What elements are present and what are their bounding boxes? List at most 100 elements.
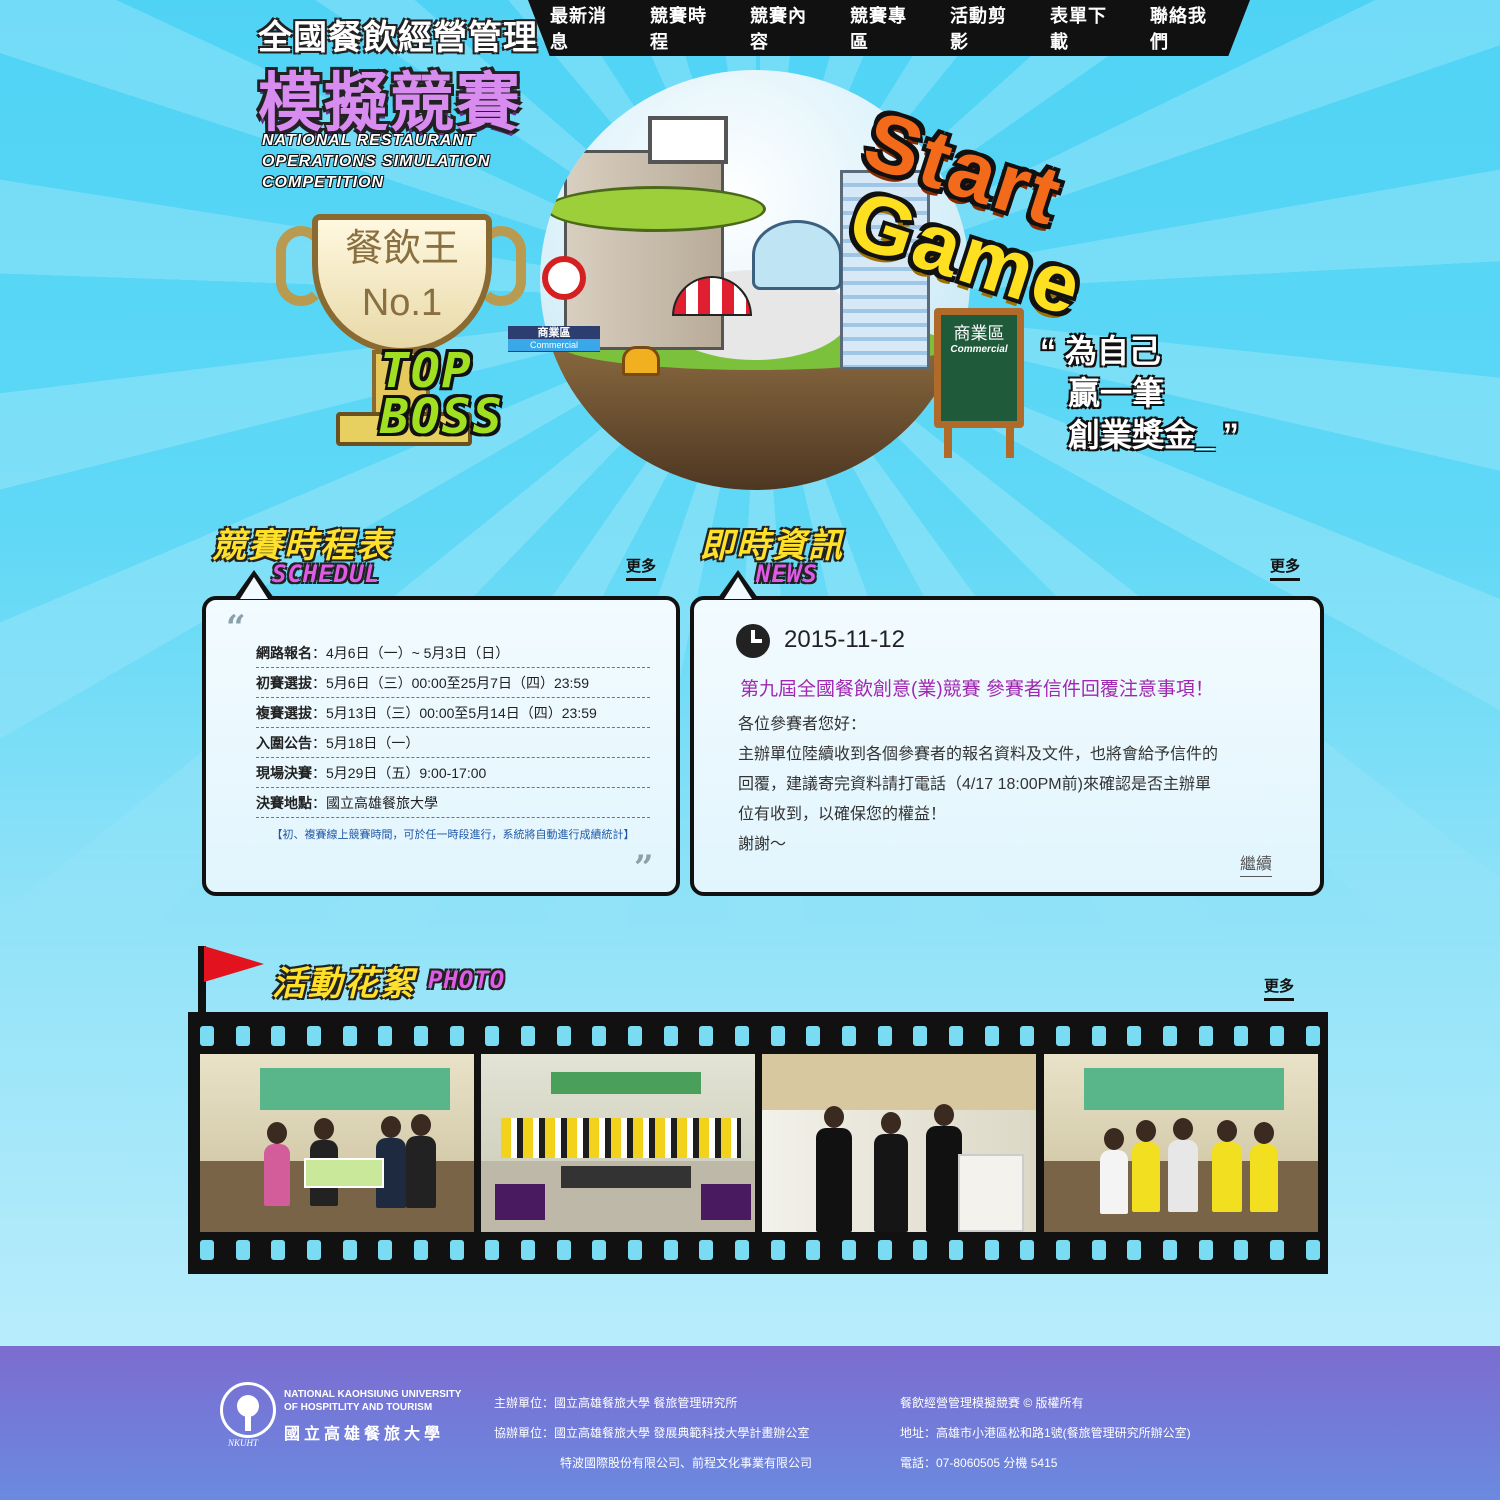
news-headline-link[interactable]: 第九屆全國餐飲創意(業)競賽 參賽者信件回覆注意事項！: [740, 674, 1300, 701]
film-sprocket-hole: [663, 1240, 678, 1260]
photo-podium: [958, 1154, 1024, 1232]
chalkboard-leg: [1006, 424, 1014, 458]
nav-contact[interactable]: 聯絡我們: [1150, 2, 1224, 54]
film-sprocket-hole: [521, 1026, 536, 1046]
gallery-photo[interactable]: [1044, 1054, 1318, 1232]
nav-gallery[interactable]: 活動剪影: [950, 2, 1024, 54]
slogan-line: 創業獎金_ ”: [1068, 417, 1239, 453]
open-quote-icon: “: [226, 608, 246, 648]
schedule-item-label: 初賽選拔: [256, 675, 312, 691]
film-sprocket-hole: [913, 1240, 928, 1260]
film-sprocket-hole: [200, 1026, 214, 1046]
photo-banner: [551, 1072, 701, 1094]
nkuht-logo-icon: [220, 1382, 276, 1438]
chalkboard-leg: [944, 424, 952, 458]
film-sprocket-hole: [1056, 1240, 1071, 1260]
news-body-line: 回覆，建議寄完資料請打電話（4/17 18:00PM前)來確認是否主辦單: [738, 776, 1211, 793]
news-body-line: 位有收到，以確保您的權益！: [738, 806, 947, 823]
film-sprocket-hole: [663, 1026, 678, 1046]
photo-person: [816, 1106, 852, 1232]
school-english-name: NATIONAL KAOHSIUNG UNIVERSITY OF HOSPITL…: [284, 1388, 461, 1414]
prize-board: [304, 1158, 384, 1188]
film-sprocket-hole: [984, 1240, 999, 1260]
school-english-line: OF HOSPITLITY AND TOURISM: [284, 1402, 433, 1413]
gallery-photo[interactable]: [200, 1054, 474, 1232]
bubble-tail: [718, 570, 758, 599]
film-sprocket-hole: [806, 1026, 821, 1046]
film-sprocket-hole: [414, 1026, 429, 1046]
film-sprocket-hole: [449, 1240, 464, 1260]
mailbox-icon: [622, 346, 660, 376]
film-sprocket-hole: [378, 1026, 393, 1046]
schedule-item-label: 入圍公告: [256, 735, 312, 751]
building-green-band: [546, 186, 766, 232]
news-date: 2015-11-12: [784, 626, 905, 653]
film-sprocket-hole: [200, 1240, 214, 1260]
photo-person: [1132, 1120, 1160, 1212]
street-sign-en: Commercial: [508, 339, 600, 351]
film-sprocket-hole: [342, 1026, 357, 1046]
film-sprocket-hole: [1163, 1240, 1178, 1260]
chalkboard-zh: 商業區: [953, 324, 1005, 343]
news-body: 各位參賽者您好： 主辦單位陸續收到各個參賽者的報名資料及文件，也將會給予信件的 …: [738, 710, 1298, 860]
nav-zone[interactable]: 競賽專區: [850, 2, 924, 54]
film-sprocket-hole: [1127, 1240, 1142, 1260]
schedule-more-link[interactable]: 更多: [626, 555, 657, 581]
schedule-item: 入圍公告：5月18日（一）: [256, 728, 650, 758]
film-sprocket-hole: [235, 1240, 250, 1260]
film-sprocket-hole: [307, 1240, 322, 1260]
photo-more-link[interactable]: 更多: [1264, 975, 1295, 1001]
film-sprocket-hole: [770, 1026, 785, 1046]
film-sprocket-hole: [1270, 1026, 1285, 1046]
schedule-panel: “ 網路報名：4月6日（一）~ 5月3日（日） 初賽選拔：5月6日（三）00:0…: [202, 570, 680, 896]
film-sprocket-hole: [1234, 1240, 1249, 1260]
logo-english-line: NATIONAL RESTAURANT: [262, 132, 476, 149]
nav-downloads[interactable]: 表單下載: [1050, 2, 1124, 54]
copyright: 餐飲經營管理模擬競賽 © 版權所有: [900, 1396, 1084, 1410]
co-organizer-companies: 特波國際股份有限公司、前程文化事業有限公司: [560, 1456, 813, 1470]
bubble-tail: [234, 570, 274, 599]
school-chinese-name: 國立高雄餐旅大學: [284, 1426, 445, 1443]
photo-person: [1168, 1118, 1198, 1212]
film-sprocket-hole: [1091, 1240, 1106, 1260]
film-sprocket-hole: [235, 1026, 250, 1046]
film-sprocket-hole: [378, 1240, 393, 1260]
film-sprocket-hole: [1198, 1026, 1213, 1046]
news-more-link[interactable]: 更多: [1270, 555, 1301, 581]
news-continue-link[interactable]: 繼續: [1240, 850, 1273, 877]
chalkboard-en: Commercial: [950, 344, 1008, 355]
red-sign-icon: [542, 256, 586, 300]
logo-english-name: NATIONAL RESTAURANT OPERATIONS SIMULATIO…: [262, 130, 522, 193]
photo-person: [874, 1112, 908, 1232]
slogan-line: 贏一筆: [1068, 375, 1165, 411]
close-quote-icon: ”: [634, 848, 654, 888]
schedule-item: 網路報名：4月6日（一）~ 5月3日（日）: [256, 638, 650, 668]
phone: 電話：07-8060505 分機 5415: [900, 1456, 1058, 1470]
top-boss-line: TOP: [380, 343, 473, 399]
schedule-item-label: 網路報名: [256, 645, 312, 661]
schedule-item-value: ：5月13日（三）00:00至5月14日（四）23:59: [312, 705, 597, 721]
street-sign-zh: 商業區: [537, 327, 571, 339]
film-holes-bottom: [200, 1240, 1320, 1260]
schedule-item-label: 複賽選拔: [256, 705, 312, 721]
nav-schedule[interactable]: 競賽時程: [650, 2, 724, 54]
co-organizer: 協辦單位：國立高雄餐旅大學 發展典範科技大學計畫辦公室: [494, 1426, 810, 1440]
film-holes-top: [200, 1026, 1320, 1046]
film-sprocket-hole: [1091, 1026, 1106, 1046]
logo-english-line: COMPETITION: [262, 174, 385, 191]
film-sprocket-hole: [1305, 1026, 1320, 1046]
gallery-photo[interactable]: [762, 1054, 1036, 1232]
gallery-photo[interactable]: [481, 1054, 755, 1232]
film-sprocket-hole: [307, 1026, 322, 1046]
address: 地址：高雄市小港區松和路1號(餐旅管理研究所辦公室): [900, 1426, 1191, 1440]
nav-latest-news[interactable]: 最新消息: [550, 2, 624, 54]
film-sprocket-hole: [1163, 1026, 1178, 1046]
film-sprocket-hole: [485, 1026, 500, 1046]
footer-contact: 餐飲經營管理模擬競賽 © 版權所有 地址：高雄市小港區松和路1號(餐旅管理研究所…: [900, 1388, 1191, 1478]
nav-content[interactable]: 競賽內容: [750, 2, 824, 54]
main-building: [564, 150, 724, 350]
top-boss-badge: TOP BOSS: [380, 343, 504, 441]
film-sprocket-hole: [1198, 1240, 1213, 1260]
film-sprocket-hole: [592, 1026, 607, 1046]
photo-person: [1250, 1122, 1278, 1212]
